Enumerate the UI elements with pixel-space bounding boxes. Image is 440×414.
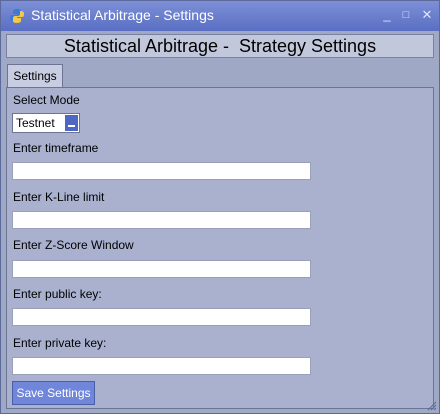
tab-settings[interactable]: Settings bbox=[7, 64, 63, 88]
zscore-window-label: Enter Z-Score Window bbox=[13, 238, 134, 252]
mode-label: Select Mode bbox=[13, 93, 80, 107]
public-key-label: Enter public key: bbox=[13, 287, 102, 301]
private-key-label: Enter private key: bbox=[13, 336, 107, 350]
timeframe-label: Enter timeframe bbox=[13, 141, 99, 155]
resize-grip-icon[interactable] bbox=[427, 401, 437, 411]
kline-limit-label: Enter K-Line limit bbox=[13, 190, 105, 204]
kline-limit-input[interactable] bbox=[12, 211, 311, 229]
page-title: Statistical Arbitrage - Strategy Setting… bbox=[6, 34, 434, 58]
window-title: Statistical Arbitrage - Settings bbox=[31, 7, 214, 23]
timeframe-input[interactable] bbox=[12, 162, 311, 180]
settings-window: Statistical Arbitrage - Settings _ □ ✕ S… bbox=[0, 0, 440, 414]
close-button[interactable]: ✕ bbox=[419, 7, 435, 23]
public-key-input[interactable] bbox=[12, 308, 311, 326]
minimize-button[interactable]: _ bbox=[379, 7, 395, 23]
mode-select[interactable]: Testnet bbox=[12, 113, 80, 133]
private-key-input[interactable] bbox=[12, 357, 311, 375]
zscore-window-input[interactable] bbox=[12, 260, 311, 278]
maximize-button[interactable]: □ bbox=[398, 7, 414, 23]
save-settings-button[interactable]: Save Settings bbox=[12, 381, 95, 405]
chevron-down-icon[interactable] bbox=[65, 115, 78, 131]
title-bar[interactable]: Statistical Arbitrage - Settings _ □ ✕ bbox=[1, 1, 439, 31]
python-icon bbox=[10, 9, 24, 23]
mode-select-value: Testnet bbox=[16, 116, 55, 130]
